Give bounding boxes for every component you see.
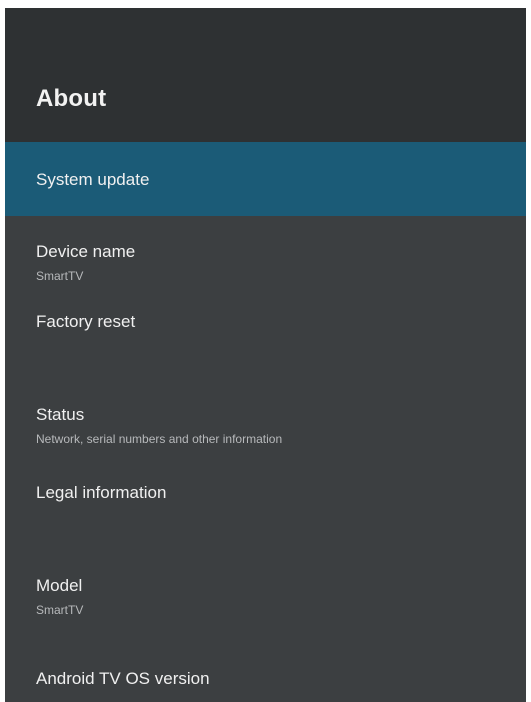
menu-item-label: System update — [36, 170, 150, 189]
about-settings-screen: About System update Device name SmartTV … — [5, 8, 526, 702]
header: About — [5, 8, 526, 142]
menu-item-subtitle: SmartTV — [36, 269, 84, 283]
menu-item-android-tv-os-version[interactable]: Android TV OS version — [5, 632, 526, 702]
menu-item-legal-information[interactable]: Legal information — [5, 452, 526, 532]
menu-item-model[interactable]: Model SmartTV — [5, 532, 526, 632]
menu-item-subtitle: SmartTV — [36, 603, 84, 617]
menu-item-subtitle: Network, serial numbers and other inform… — [36, 432, 283, 446]
menu-item-label: Legal information — [36, 483, 167, 502]
menu-item-status[interactable]: Status Network, serial numbers and other… — [5, 362, 526, 452]
settings-list: System update Device name SmartTV Factor… — [5, 142, 526, 702]
menu-item-label: Status — [36, 405, 85, 424]
menu-item-system-update[interactable]: System update — [5, 142, 526, 216]
page-title: About — [36, 85, 107, 112]
menu-item-label: Factory reset — [36, 312, 136, 331]
menu-item-factory-reset[interactable]: Factory reset — [5, 300, 526, 362]
menu-item-label: Model — [36, 576, 83, 595]
menu-item-label: Android TV OS version — [36, 669, 210, 688]
menu-item-device-name[interactable]: Device name SmartTV — [5, 216, 526, 300]
menu-item-label: Device name — [36, 242, 136, 261]
